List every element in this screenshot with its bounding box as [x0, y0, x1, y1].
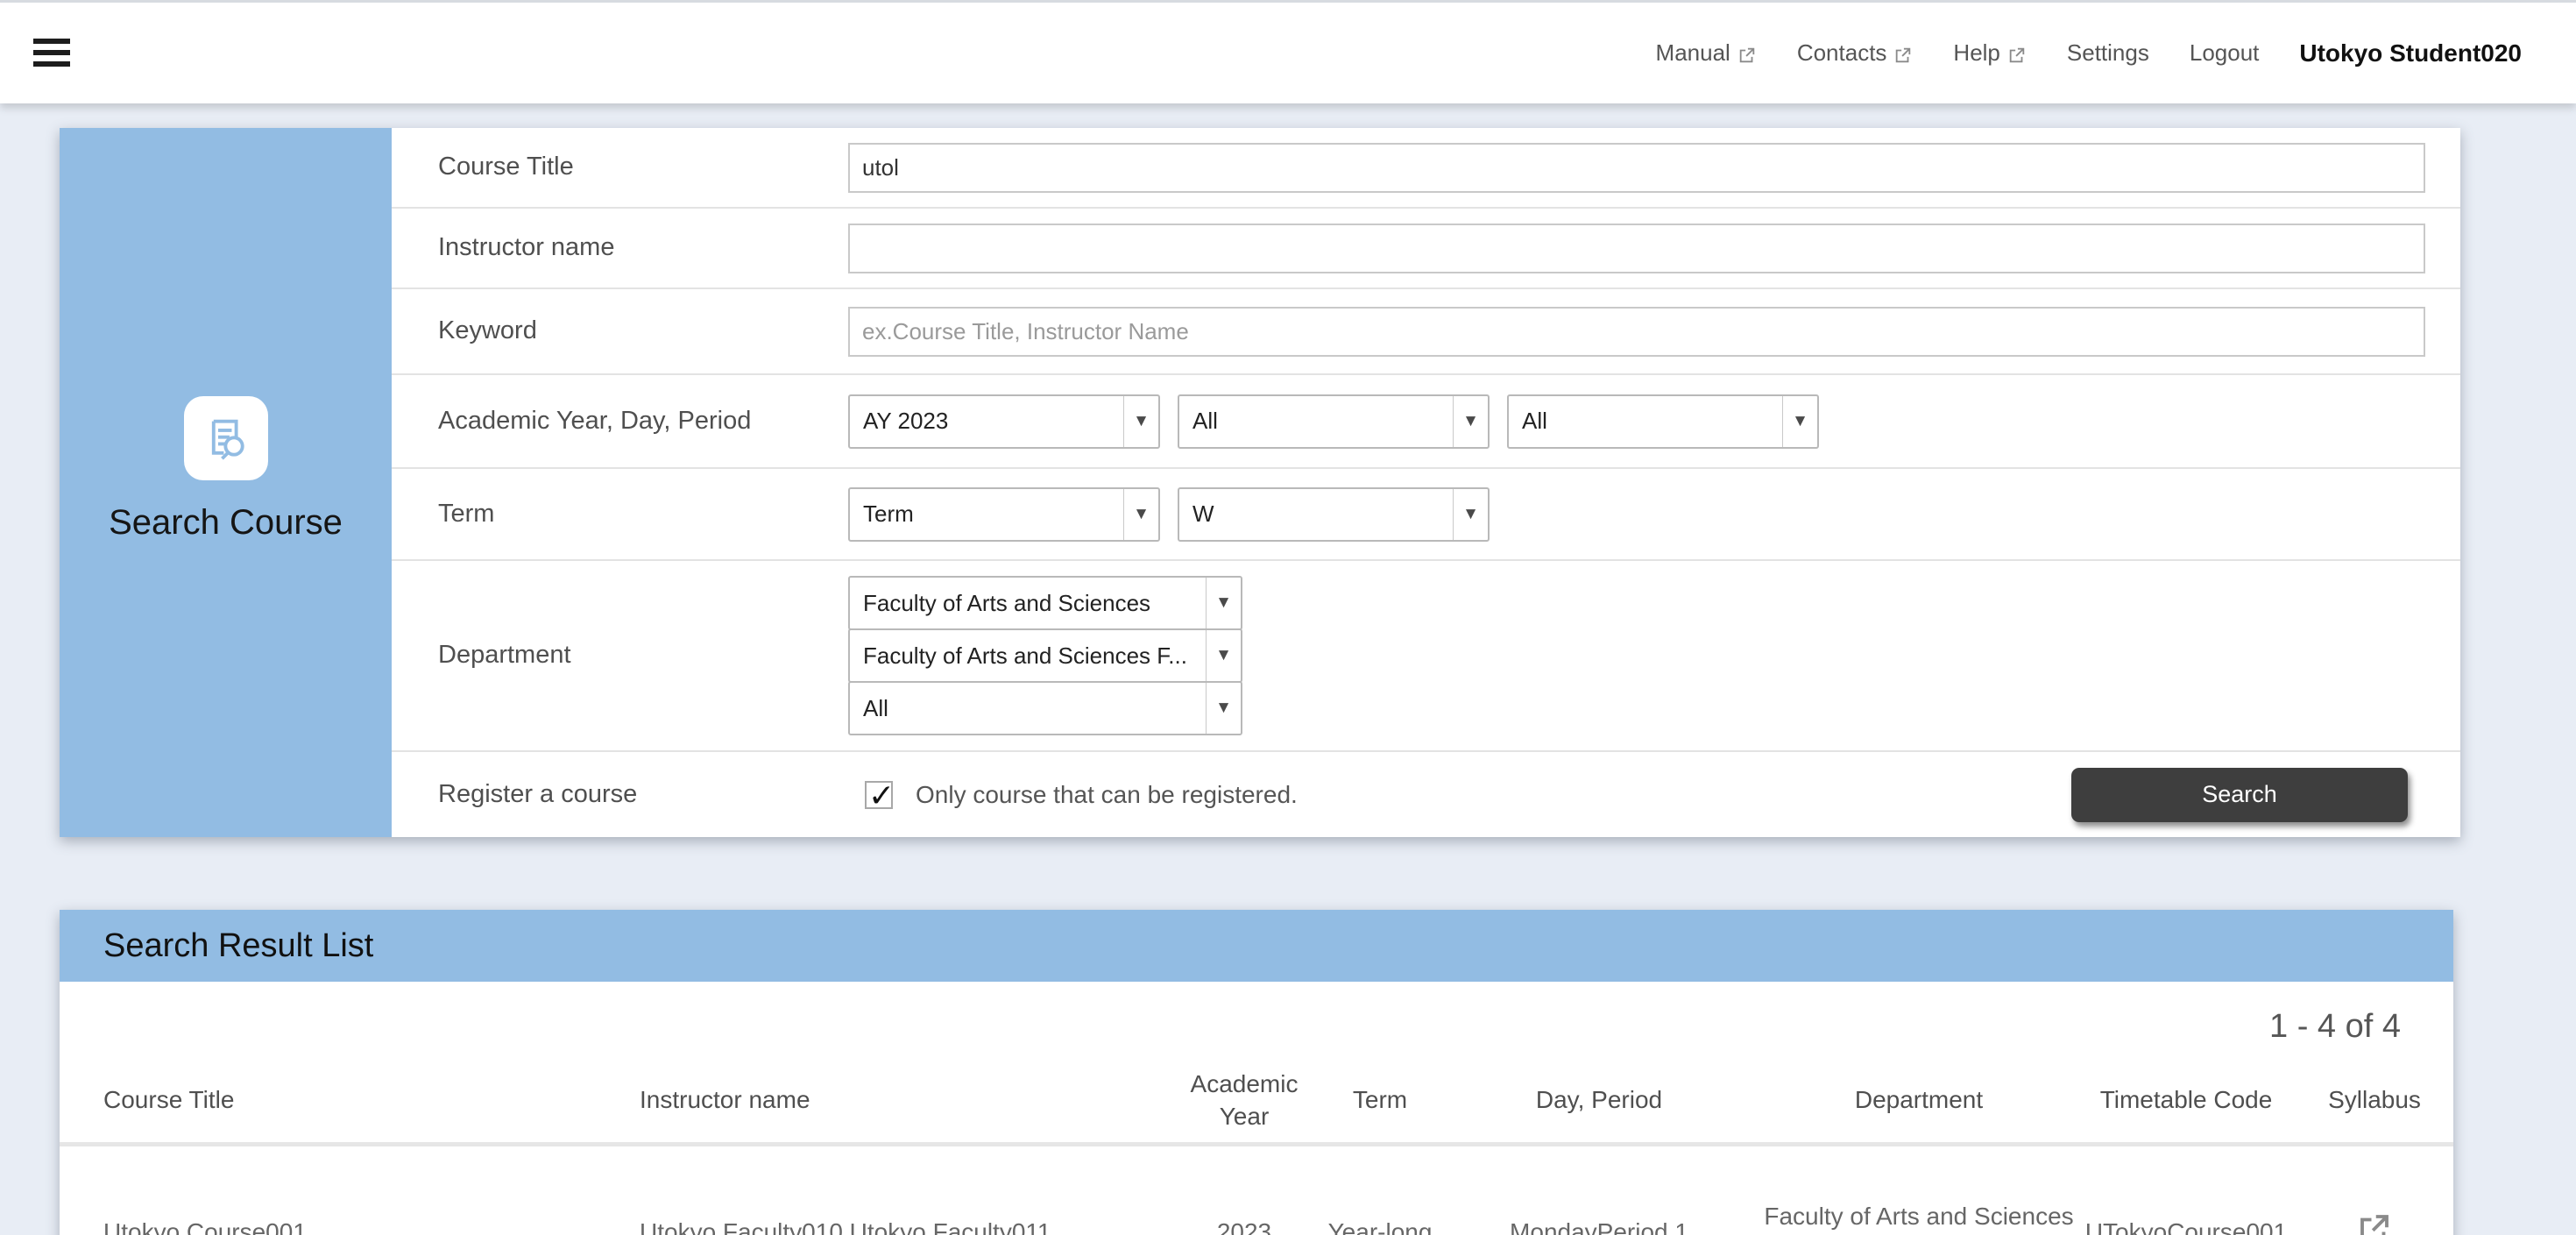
instructor-name-label: Instructor name	[438, 231, 789, 265]
search-form: Course Title Instructor name Keyword Aca…	[392, 128, 2460, 837]
cell-instructor: Utokyo Faculty010,Utokyo Faculty011	[613, 1217, 1165, 1235]
keyword-input[interactable]	[848, 307, 2425, 357]
table-row: Utokyo Course001Utokyo Faculty010,Utokyo…	[60, 1146, 2453, 1235]
cell-academic_year: 2023	[1165, 1217, 1323, 1235]
top-header: Manual Contacts Help Settings Logout Utoky…	[0, 0, 2576, 103]
term-select-1[interactable]: Term▼	[848, 487, 1160, 542]
academic-year-day-period-select-3[interactable]: All▼	[1507, 394, 1819, 449]
cell-department: Faculty of Arts and SciencesFaculty of A…	[1761, 1200, 2077, 1235]
chevron-down-icon: ▼	[1123, 396, 1158, 447]
chevron-down-icon: ▼	[1206, 630, 1241, 681]
department-select-1[interactable]: Faculty of Arts and Sciences▼	[848, 576, 1242, 630]
nav-settings[interactable]: Settings	[2067, 39, 2149, 67]
search-result-list-header: Search Result List	[60, 910, 2453, 982]
keyword-label: Keyword	[438, 315, 789, 348]
col-header-day_period: Day, Period	[1437, 1084, 1761, 1116]
syllabus-external-link-icon[interactable]	[2356, 1210, 2393, 1235]
search-course-sidebar: Search Course	[60, 128, 392, 837]
academic-year-day-period-label: Academic Year, Day, Period	[438, 405, 789, 438]
nav-manual[interactable]: Manual	[1656, 39, 1757, 67]
department-select-2[interactable]: Faculty of Arts and Sciences F...▼	[848, 628, 1242, 683]
header-nav: Manual Contacts Help Settings Logout Utoky…	[1656, 39, 2576, 67]
cell-syllabus	[2296, 1210, 2453, 1235]
results-table-body: Utokyo Course001Utokyo Faculty010,Utokyo…	[60, 1146, 2453, 1235]
registered-only-checkbox[interactable]	[865, 781, 893, 809]
nav-help[interactable]: Help	[1953, 39, 2026, 67]
term-label: Term	[438, 498, 789, 531]
cell-day_period: MondayPeriod 1	[1437, 1217, 1761, 1235]
chevron-down-icon: ▼	[1123, 489, 1158, 540]
col-header-course_title: Course Title	[60, 1084, 613, 1116]
department-select-3[interactable]: All▼	[848, 681, 1242, 735]
register-a-course-label: Register a course	[438, 778, 789, 812]
hamburger-menu-icon[interactable]	[33, 39, 70, 67]
sidebar-title: Search Course	[109, 503, 343, 543]
cell-term: Year-long	[1323, 1217, 1437, 1235]
col-header-timetable_code: Timetable Code	[2077, 1084, 2296, 1116]
search-course-panel: Search Course Course Title Instructor na…	[60, 128, 2460, 837]
result-count: 1 - 4 of 4	[60, 982, 2453, 1059]
col-header-academic_year: Academic Year	[1165, 1068, 1323, 1132]
course-title-input[interactable]	[848, 143, 2425, 193]
term-select-2[interactable]: W▼	[1178, 487, 1490, 542]
col-header-instructor: Instructor name	[613, 1084, 1165, 1116]
chevron-down-icon: ▼	[1206, 683, 1241, 734]
chevron-down-icon: ▼	[1782, 396, 1817, 447]
chevron-down-icon: ▼	[1453, 489, 1488, 540]
registered-only-checkbox-label: Only course that can be registered.	[916, 781, 1298, 809]
cell-course_title[interactable]: Utokyo Course001	[60, 1217, 613, 1235]
document-search-icon	[184, 396, 268, 480]
search-button[interactable]: Search	[2071, 768, 2408, 822]
search-result-panel: Search Result List 1 - 4 of 4 Course Tit…	[60, 910, 2453, 1235]
nav-logout[interactable]: Logout	[2190, 39, 2260, 67]
cell-timetable_code: UTokyoCourse001	[2077, 1217, 2296, 1235]
nav-contacts[interactable]: Contacts	[1797, 39, 1914, 67]
department-label: Department	[438, 639, 789, 672]
search-result-list-title: Search Result List	[103, 927, 373, 965]
col-header-department: Department	[1761, 1084, 2077, 1116]
chevron-down-icon: ▼	[1206, 578, 1241, 628]
chevron-down-icon: ▼	[1453, 396, 1488, 447]
instructor-name-input[interactable]	[848, 224, 2425, 273]
col-header-term: Term	[1323, 1084, 1437, 1116]
username[interactable]: Utokyo Student020	[2299, 39, 2522, 67]
course-title-label: Course Title	[438, 151, 789, 184]
academic-year-day-period-select-1[interactable]: AY 2023▼	[848, 394, 1160, 449]
external-link-icon	[1737, 44, 1757, 63]
external-link-icon	[1893, 44, 1913, 63]
col-header-syllabus: Syllabus	[2296, 1084, 2453, 1116]
academic-year-day-period-select-2[interactable]: All▼	[1178, 394, 1490, 449]
external-link-icon	[2007, 44, 2027, 63]
results-table-header: Course TitleInstructor nameAcademic Year…	[60, 1059, 2453, 1146]
